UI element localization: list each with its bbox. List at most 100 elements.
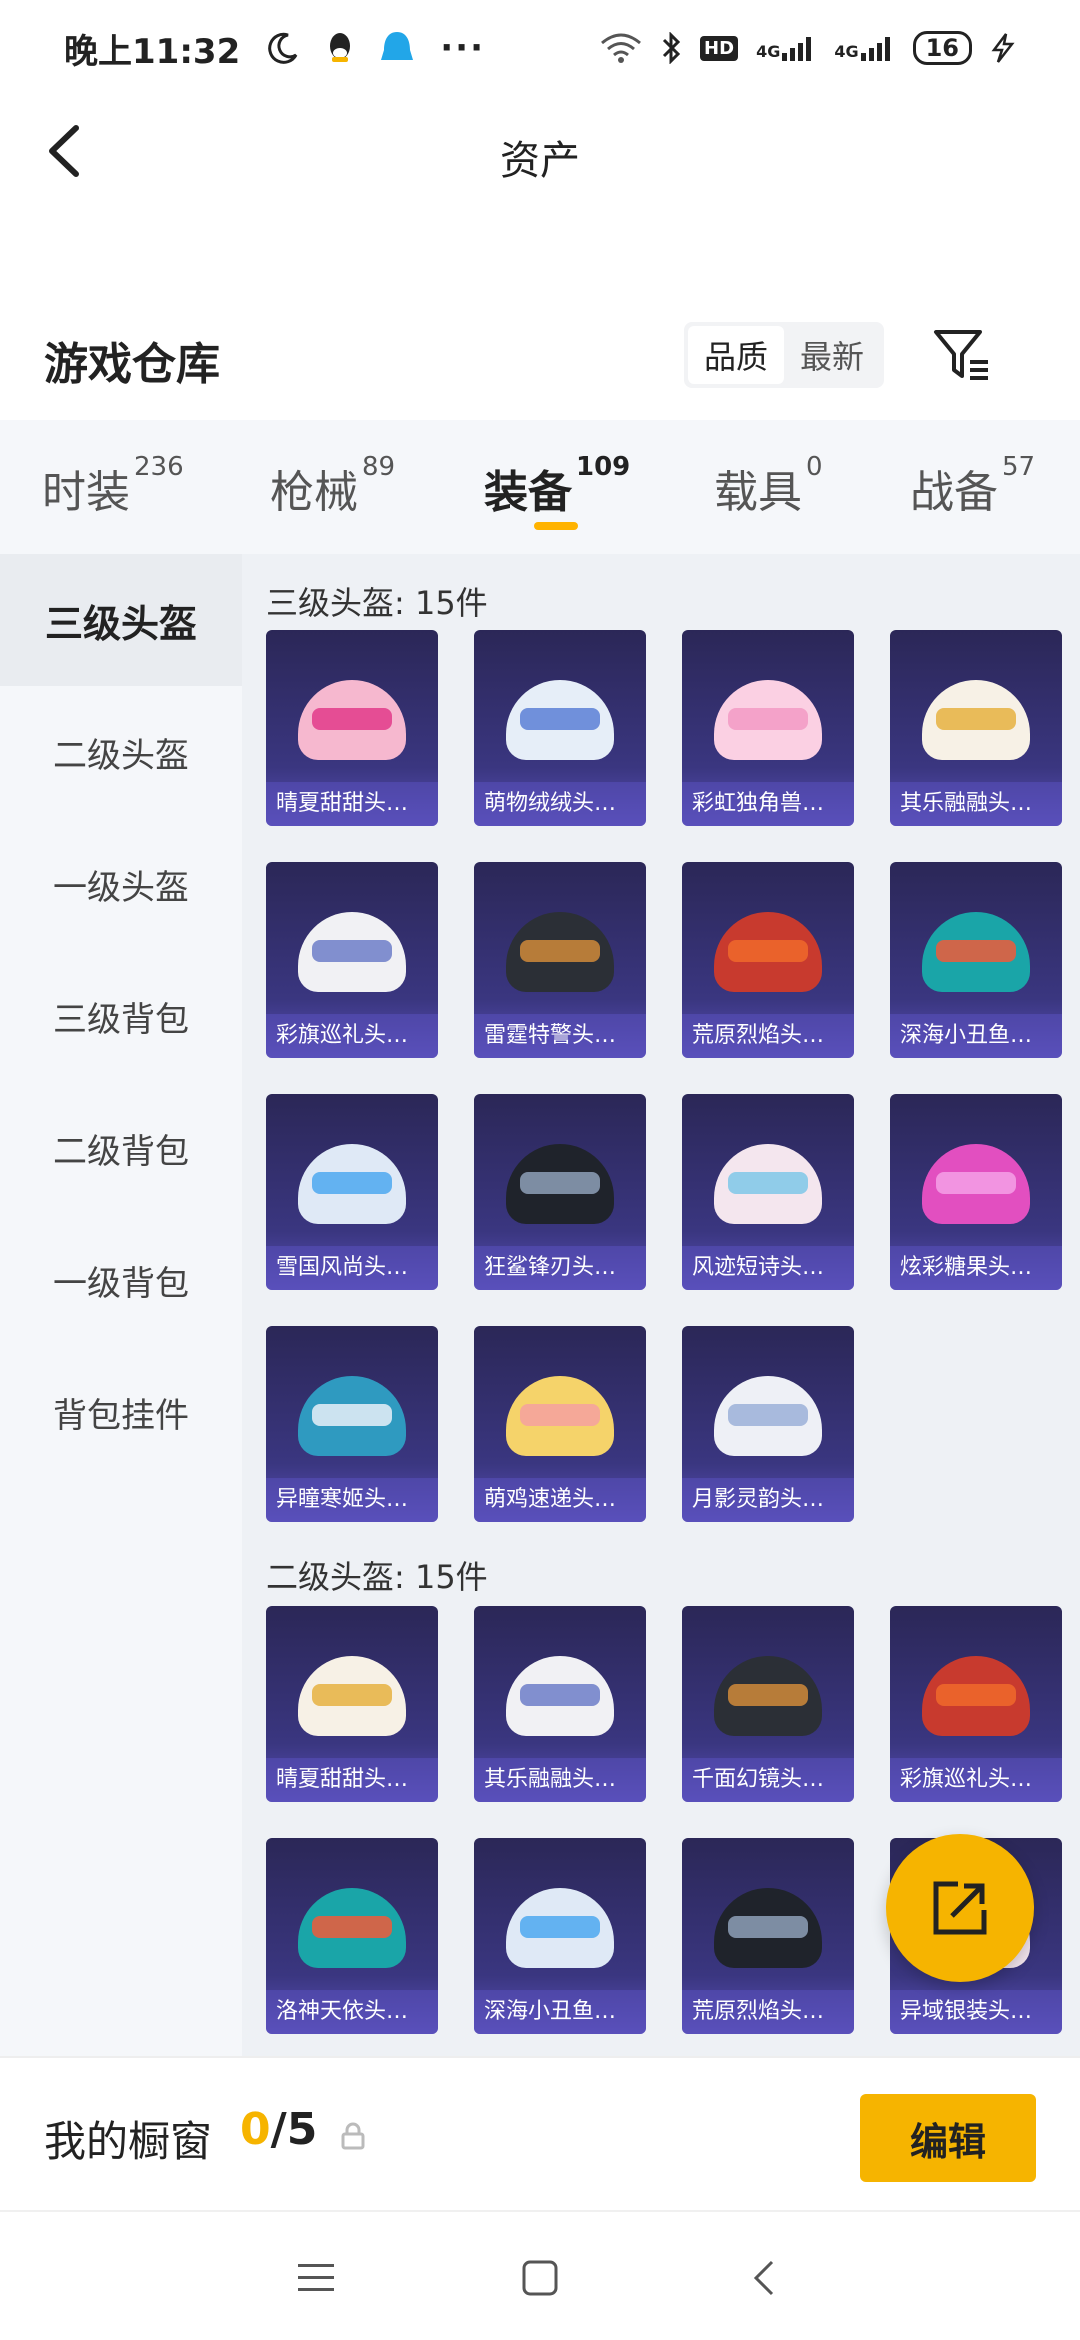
helmet-image bbox=[500, 664, 620, 768]
item-name: 彩旗巡礼头盔... bbox=[266, 1014, 438, 1058]
item-card[interactable]: 风迹短诗头盔... bbox=[682, 1094, 854, 1290]
page-title: 资产 bbox=[500, 138, 580, 184]
item-card[interactable]: 雪国风尚头盔... bbox=[266, 1094, 438, 1290]
item-name: 荒原烈焰头盔... bbox=[682, 1014, 854, 1058]
item-grid: 三级头盔: 15件 二级头盔: 15件 晴夏甜甜头盔... 萌物绒绒头盔... 彩虹… bbox=[242, 554, 1080, 2056]
sort-quality-option[interactable]: 品质 bbox=[688, 326, 784, 384]
item-name: 萌鸡速递头盔... bbox=[474, 1478, 646, 1522]
helmet-image bbox=[500, 1640, 620, 1744]
helmet-image bbox=[292, 1872, 412, 1976]
app-header: 资产 bbox=[0, 96, 1080, 206]
filter-icon[interactable] bbox=[930, 322, 994, 386]
item-card[interactable]: 千面幻镜头盔... bbox=[682, 1606, 854, 1802]
item-name: 彩虹独角兽头... bbox=[682, 782, 854, 826]
sidebar-item-level2-helmet[interactable]: 二级头盔 bbox=[0, 686, 242, 818]
qq-blue-icon bbox=[381, 32, 414, 60]
edit-button[interactable]: 编辑 bbox=[860, 2094, 1036, 2182]
sidebar-item-level3-backpack[interactable]: 三级背包 bbox=[0, 950, 242, 1082]
item-name: 洛神天依头盔... bbox=[266, 1990, 438, 2034]
sort-latest-option[interactable]: 最新 bbox=[784, 326, 880, 384]
sidebar: 三级头盔 二级头盔 一级头盔 三级背包 二级背包 一级背包 背包挂件 bbox=[0, 554, 242, 2056]
item-card[interactable]: 萌物绒绒头盔... bbox=[474, 630, 646, 826]
item-card[interactable]: 彩旗巡礼头盔... bbox=[890, 1606, 1062, 1802]
helmet-image bbox=[916, 1640, 1036, 1744]
helmet-image bbox=[292, 1640, 412, 1744]
bluetooth-icon bbox=[662, 32, 681, 64]
group-title-level2: 二级头盔: 15件 bbox=[266, 1558, 488, 1596]
item-card[interactable]: 深海小丑鱼头... bbox=[474, 1838, 646, 2034]
item-card[interactable]: 深海小丑鱼头... bbox=[890, 862, 1062, 1058]
item-card[interactable]: 彩虹独角兽头... bbox=[682, 630, 854, 826]
item-name: 狂鲨锋刃头盔... bbox=[474, 1246, 646, 1290]
item-name: 其乐融融头盔... bbox=[890, 782, 1062, 826]
signal-4g-2: 4G bbox=[834, 35, 894, 61]
tab-fashion[interactable]: 时装 236 bbox=[42, 452, 184, 520]
tab-weapons[interactable]: 枪械 89 bbox=[270, 452, 395, 520]
helmet-image bbox=[708, 664, 828, 768]
home-icon[interactable] bbox=[516, 2254, 564, 2302]
item-name: 炫彩糖果头盔... bbox=[890, 1246, 1062, 1290]
lock-icon bbox=[341, 2122, 365, 2150]
helmet-image bbox=[708, 1872, 828, 1976]
group-title-level3: 三级头盔: 15件 bbox=[266, 584, 488, 622]
showcase-count: 0/5 bbox=[240, 2104, 318, 2155]
sidebar-item-level2-backpack[interactable]: 二级背包 bbox=[0, 1082, 242, 1214]
tab-supplies[interactable]: 战备 57 bbox=[910, 452, 1035, 520]
tab-vehicles[interactable]: 载具 0 bbox=[714, 452, 823, 520]
sidebar-item-backpack-charm[interactable]: 背包挂件 bbox=[0, 1346, 242, 1478]
helmet-image bbox=[292, 664, 412, 768]
item-name: 千面幻镜头盔... bbox=[682, 1758, 854, 1802]
helmet-image bbox=[292, 1128, 412, 1232]
item-card[interactable]: 狂鲨锋刃头盔... bbox=[474, 1094, 646, 1290]
item-name: 萌物绒绒头盔... bbox=[474, 782, 646, 826]
sidebar-item-level3-helmet[interactable]: 三级头盔 bbox=[0, 554, 242, 686]
item-card[interactable]: 晴夏甜甜头盔... bbox=[266, 630, 438, 826]
item-card[interactable]: 晴夏甜甜头盔... bbox=[266, 1606, 438, 1802]
signal-4g-1: 4G bbox=[756, 35, 816, 61]
helmet-image bbox=[708, 1640, 828, 1744]
showcase-label: 我的橱窗 bbox=[44, 2117, 213, 2166]
item-card[interactable]: 炫彩糖果头盔... bbox=[890, 1094, 1062, 1290]
item-card[interactable]: 其乐融融头盔... bbox=[474, 1606, 646, 1802]
item-card[interactable]: 洛神天依头盔... bbox=[266, 1838, 438, 2034]
item-card[interactable]: 荒原烈焰头盔... bbox=[682, 862, 854, 1058]
sidebar-item-level1-backpack[interactable]: 一级背包 bbox=[0, 1214, 242, 1346]
helmet-image bbox=[292, 896, 412, 1000]
item-name: 异域银装头盔... bbox=[890, 1990, 1062, 2034]
category-tabs: 时装 236 枪械 89 装备 109 载具 0 战备 57 bbox=[0, 420, 1080, 554]
moon-icon bbox=[268, 32, 298, 64]
helmet-image bbox=[708, 1360, 828, 1464]
item-name: 荒原烈焰头盔... bbox=[682, 1990, 854, 2034]
item-name: 晴夏甜甜头盔... bbox=[266, 1758, 438, 1802]
item-card[interactable]: 彩旗巡礼头盔... bbox=[266, 862, 438, 1058]
system-nav-bar bbox=[0, 2210, 1080, 2340]
helmet-image bbox=[708, 896, 828, 1000]
item-name: 深海小丑鱼头... bbox=[474, 1990, 646, 2034]
menu-icon[interactable] bbox=[292, 2254, 340, 2302]
nav-back-icon[interactable] bbox=[742, 2254, 790, 2302]
item-card[interactable]: 雷霆特警头盔... bbox=[474, 862, 646, 1058]
item-card[interactable]: 萌鸡速递头盔... bbox=[474, 1326, 646, 1522]
helmet-image bbox=[500, 1128, 620, 1232]
helmet-image bbox=[500, 896, 620, 1000]
battery-indicator: 16 bbox=[912, 31, 972, 65]
sidebar-item-level1-helmet[interactable]: 一级头盔 bbox=[0, 818, 242, 950]
item-name: 异瞳寒姬头盔... bbox=[266, 1478, 438, 1522]
more-dots-icon: ··· bbox=[440, 28, 485, 68]
item-card[interactable]: 其乐融融头盔... bbox=[890, 630, 1062, 826]
helmet-image bbox=[916, 896, 1036, 1000]
warehouse-title: 游戏仓库 bbox=[44, 339, 220, 390]
qq-icon bbox=[330, 33, 351, 62]
item-card[interactable]: 异瞳寒姬头盔... bbox=[266, 1326, 438, 1522]
item-card[interactable]: 月影灵韵头盔... bbox=[682, 1326, 854, 1522]
tab-equipment[interactable]: 装备 109 bbox=[484, 452, 630, 520]
helmet-image bbox=[500, 1360, 620, 1464]
share-button[interactable] bbox=[886, 1834, 1034, 1982]
item-name: 晴夏甜甜头盔... bbox=[266, 782, 438, 826]
item-name: 雷霆特警头盔... bbox=[474, 1014, 646, 1058]
item-name: 风迹短诗头盔... bbox=[682, 1246, 854, 1290]
item-card[interactable]: 荒原烈焰头盔... bbox=[682, 1838, 854, 2034]
helmet-image bbox=[500, 1872, 620, 1976]
wifi-icon bbox=[601, 33, 642, 63]
charging-icon bbox=[991, 33, 1015, 63]
